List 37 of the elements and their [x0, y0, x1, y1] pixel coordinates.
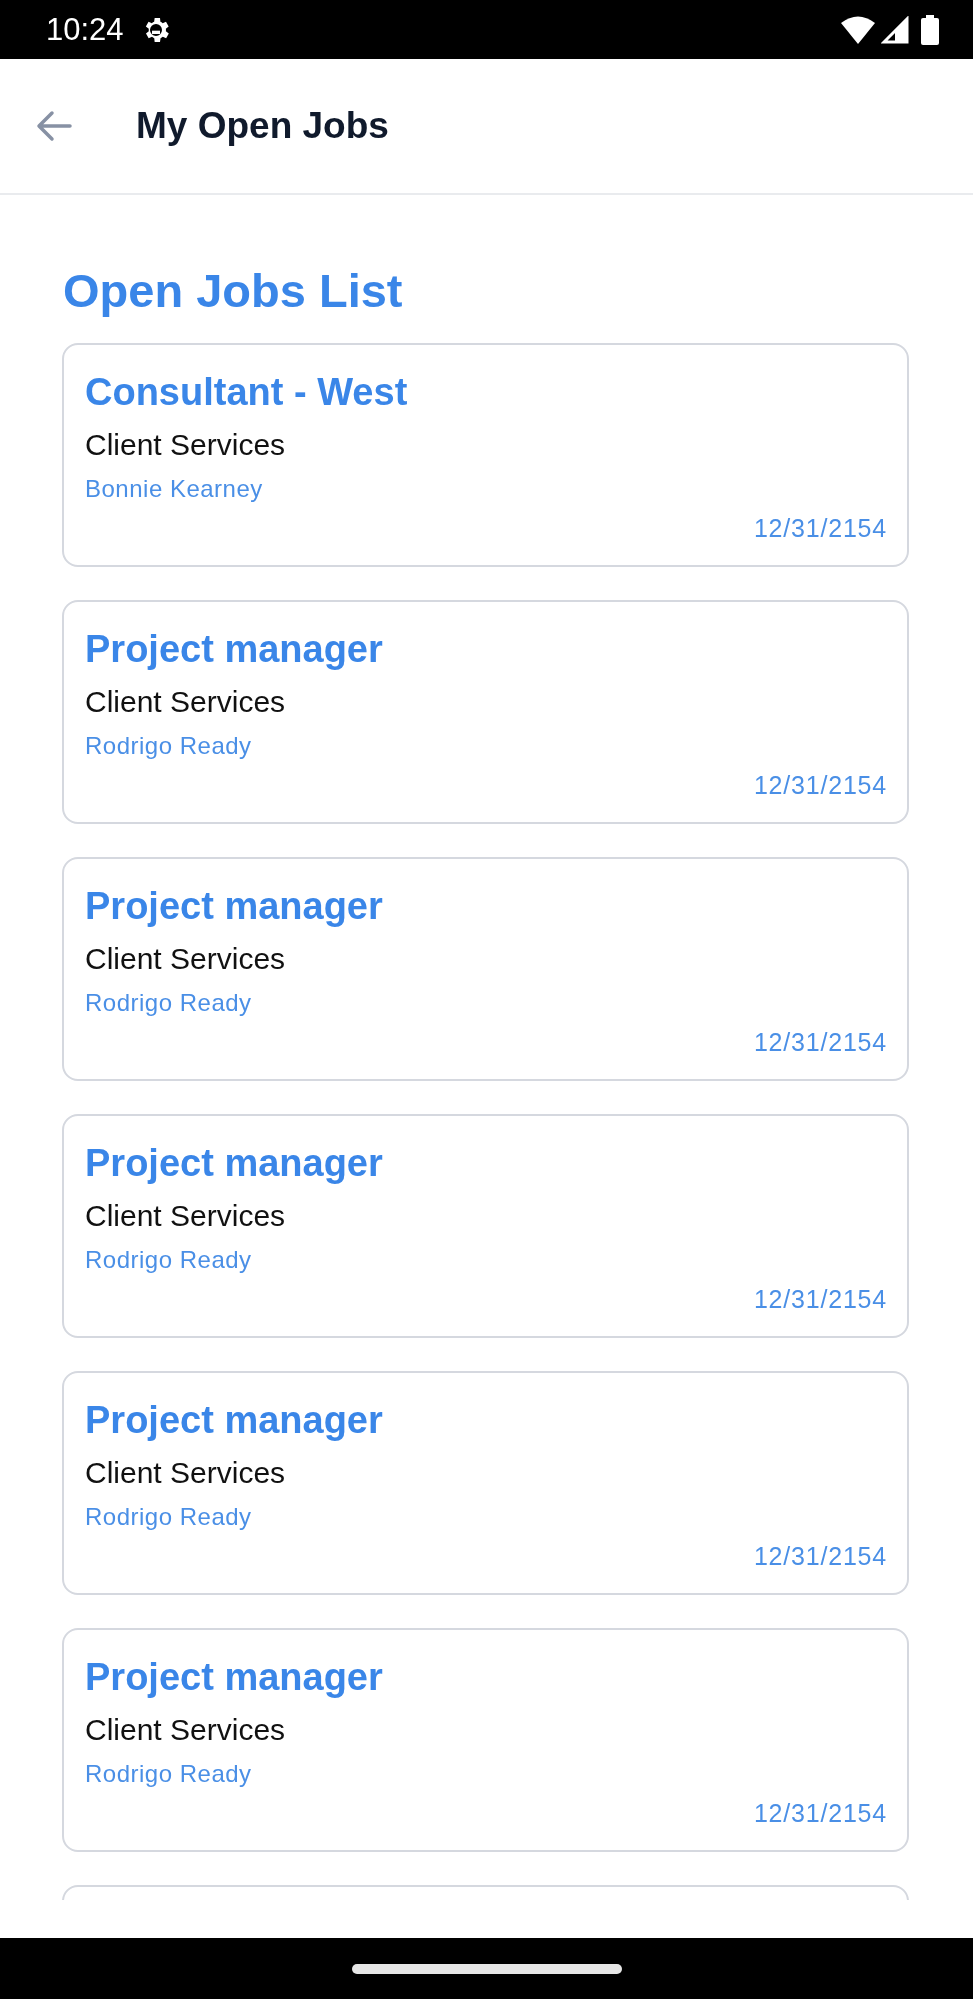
job-date: 12/31/2154: [753, 1284, 887, 1315]
job-date: 12/31/2154: [753, 1027, 887, 1058]
department-text: Client Services: [85, 1712, 286, 1748]
contact-name: Rodrigo Ready: [85, 1759, 252, 1789]
job-card[interactable]: Project manager Client Services Rodrigo Ready 12/31/2154: [62, 600, 909, 824]
job-title: Consultant - West: [85, 370, 408, 415]
wifi-icon: [841, 15, 875, 44]
department-text: Client Services: [85, 427, 286, 463]
job-title: Project manager: [85, 627, 383, 672]
contact-name: Rodrigo Ready: [85, 1245, 252, 1275]
battery-icon: [921, 14, 939, 45]
job-title: Project manager: [85, 1141, 383, 1186]
contact-name: Rodrigo Ready: [85, 988, 252, 1018]
signal-icon: [881, 15, 909, 44]
department-text: Client Services: [85, 1198, 286, 1234]
clock: 10:24: [46, 11, 124, 48]
contact-name: Rodrigo Ready: [85, 1502, 252, 1532]
job-card[interactable]: Project manager Client Services Rodrigo Ready 12/31/2154: [62, 1114, 909, 1338]
job-date: 12/31/2154: [753, 513, 887, 544]
section-heading: Open Jobs List: [63, 263, 404, 319]
department-text: Client Services: [85, 941, 286, 977]
screen-title: My Open Jobs: [136, 105, 389, 147]
job-date: 12/31/2154: [753, 1798, 887, 1829]
job-card[interactable]: Project manager Client Services Rodrigo Ready 12/31/2154: [62, 1628, 909, 1852]
job-card[interactable]: Project manager Client Services Rodrigo Ready 12/31/2154: [62, 1371, 909, 1595]
job-title: Project manager: [85, 884, 383, 929]
job-card[interactable]: Project manager Client Services Rodrigo Ready 12/31/2154: [62, 857, 909, 1081]
contact-name: Rodrigo Ready: [85, 731, 252, 761]
job-title: Project manager: [85, 1398, 383, 1443]
home-indicator[interactable]: [351, 1963, 622, 1974]
department-text: Client Services: [85, 1455, 286, 1491]
job-title: Project manager: [85, 1655, 383, 1700]
contact-name: Bonnie Kearney: [85, 474, 263, 504]
job-card[interactable]: Consultant - West Client Services Bonnie Kearney 12/31/2154: [62, 343, 909, 567]
job-date: 12/31/2154: [753, 770, 887, 801]
job-date: 12/31/2154: [753, 1541, 887, 1572]
department-text: Client Services: [85, 684, 286, 720]
